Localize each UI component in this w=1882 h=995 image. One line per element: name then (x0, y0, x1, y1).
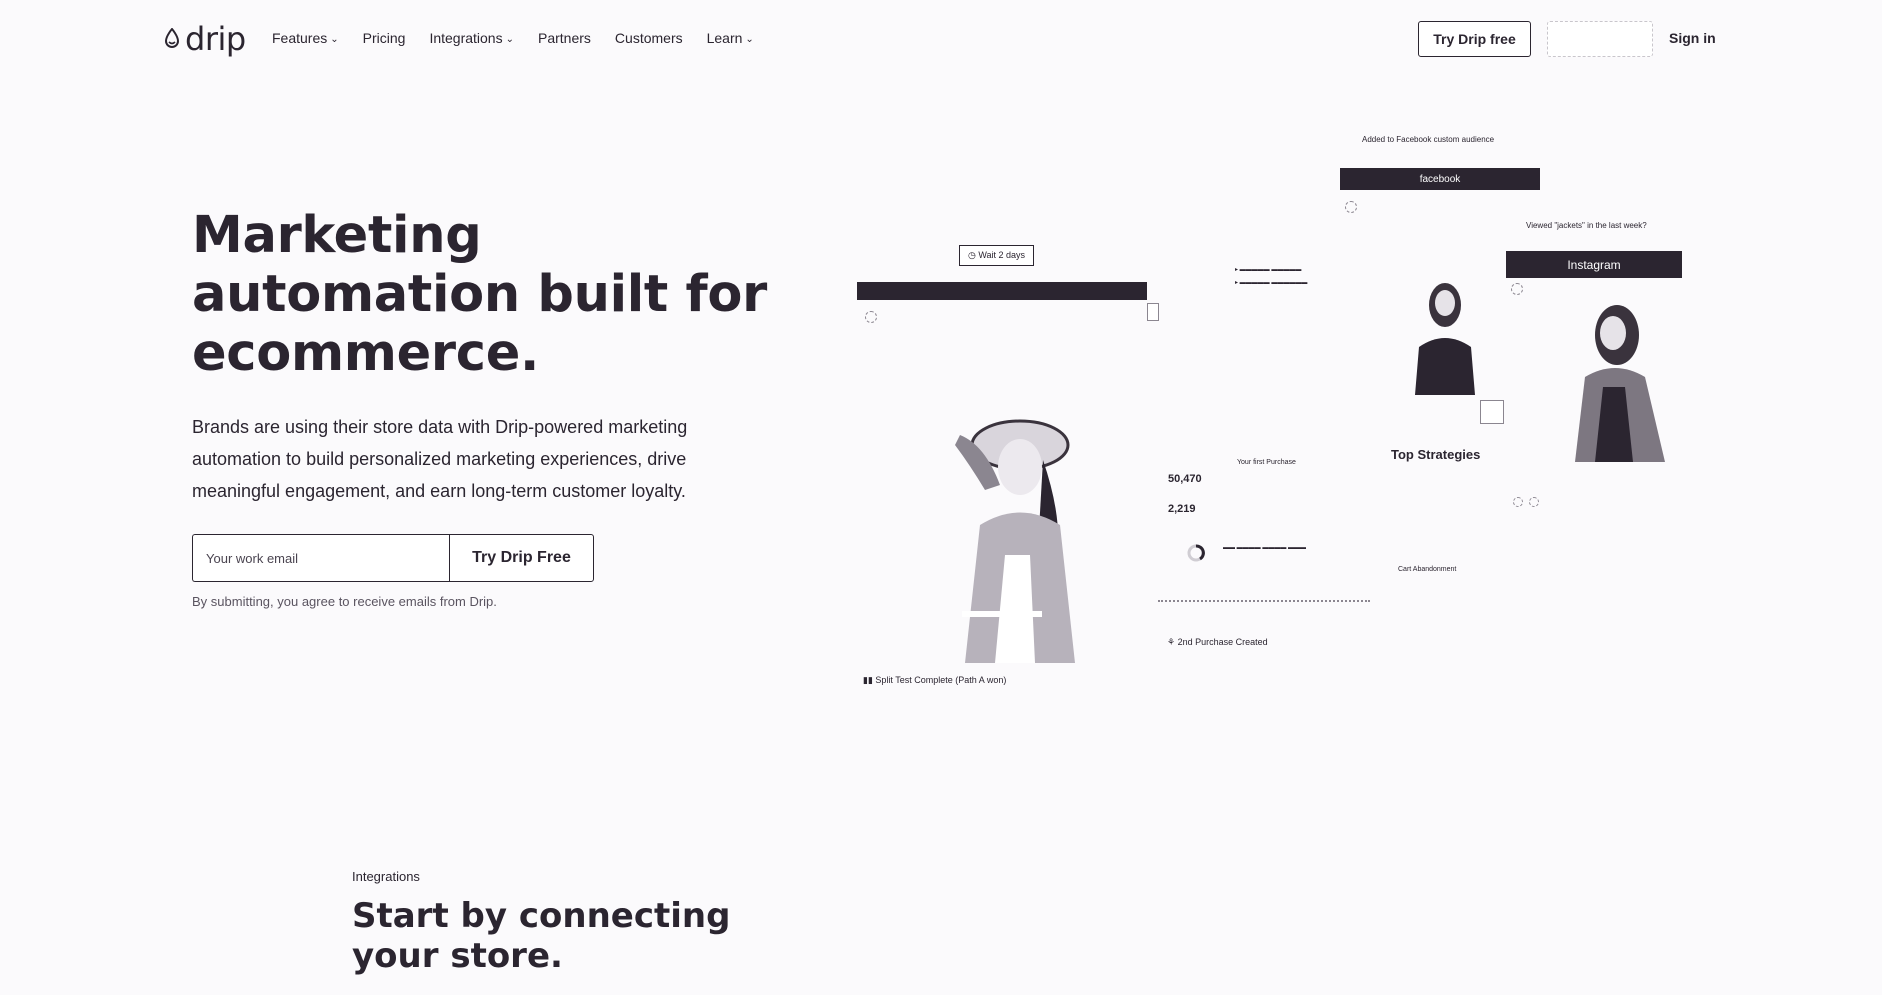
woman-photo-small (1415, 283, 1475, 395)
nav-learn[interactable]: Learn ⌄ (707, 30, 754, 46)
instagram-label: Instagram (1567, 257, 1621, 272)
drip-logo[interactable]: drip (163, 22, 246, 56)
nav-learn-label: Learn (706, 30, 743, 46)
chevron-down-icon: ⌄ (505, 33, 514, 45)
hero-title: Marketing automation built for ecommerce… (192, 206, 767, 383)
chevron-down-icon: ⌄ (745, 33, 754, 45)
integrations-eyebrow: Integrations (352, 869, 420, 884)
try-drip-free-button[interactable]: Try Drip Free (449, 534, 594, 582)
chevron-down-icon: ⌄ (330, 33, 339, 45)
signup-disclaimer: By submitting, you agree to receive emai… (192, 594, 497, 609)
nav-pricing-label: Pricing (362, 30, 406, 46)
step-checkbox (1480, 400, 1504, 424)
top-navigation: drip Features ⌄ Pricing Integrations ⌄ P… (0, 0, 1882, 80)
stat-number-2: 2,219 (1168, 503, 1196, 515)
connector-dot (1511, 283, 1523, 295)
conversion-note: ▬▬ ▬▬▬▬ ▬▬▬▬ ▬▬▬ (1223, 545, 1307, 551)
second-purchase-step: ⚘ 2nd Purchase Created (1167, 637, 1268, 648)
nav-partners[interactable]: Partners (538, 30, 591, 46)
split-bar (962, 611, 1042, 617)
placeholder-button[interactable] (1547, 21, 1653, 57)
connector-dot (1513, 497, 1523, 507)
woman-with-hat-photo (955, 419, 1075, 663)
connector-dot (1529, 497, 1539, 507)
split-test-label: Split Test Complete (Path A won) (875, 675, 1007, 685)
wait-label: Wait 2 days (978, 250, 1026, 260)
stat-number-1: 50,470 (1168, 473, 1202, 485)
connector-dot (865, 311, 877, 323)
instagram-caption: Viewed "jackets" in the last week? (1526, 221, 1647, 230)
nav-integrations-label: Integrations (429, 30, 503, 46)
integrations-title: Start by connecting your store. (352, 896, 731, 976)
signup-form: Try Drip Free (192, 534, 594, 582)
split-test-step: ▮▮ Split Test Complete (Path A won) (863, 675, 1006, 686)
top-strategies-label: Top Strategies (1391, 447, 1481, 462)
workflow-illustration: Added to Facebook custom audience facebo… (850, 125, 1710, 705)
sign-in-link[interactable]: Sign in (1669, 30, 1716, 46)
progress-ring-icon (1187, 544, 1205, 562)
email-step-bar (857, 282, 1147, 300)
connector-dot (1345, 201, 1357, 213)
divider-dotted (1158, 600, 1370, 604)
nav-customers-label: Customers (614, 30, 683, 46)
try-drip-free-nav-button[interactable]: Try Drip free (1418, 21, 1531, 57)
wait-step: ◷ Wait 2 days (959, 245, 1035, 266)
instagram-step: Instagram (1506, 251, 1682, 278)
step-handle (1147, 303, 1159, 321)
gift-icon: ⚘ (1167, 637, 1176, 647)
revenue-line: ▸ ▬▬▬▬▬ ▬▬▬▬▬▬ (1235, 280, 1308, 286)
hero-subtitle: Brands are using their store data with D… (192, 417, 688, 501)
facebook-label: facebook (1419, 173, 1461, 185)
logo-text: drip (185, 20, 246, 58)
nav-pricing[interactable]: Pricing (363, 30, 406, 46)
nav-features-label: Features (272, 30, 328, 46)
clock-icon: ◷ (968, 250, 976, 260)
nav-customers[interactable]: Customers (615, 30, 683, 46)
woman-photo-large (1575, 305, 1665, 462)
bar-chart-icon: ▮▮ (863, 675, 873, 685)
nav-integrations[interactable]: Integrations ⌄ (429, 30, 514, 46)
nav-partners-label: Partners (538, 30, 591, 46)
cart-abandonment-label: Cart Abandonment (1398, 566, 1457, 573)
second-purchase-label: 2nd Purchase Created (1177, 637, 1268, 647)
nav-features[interactable]: Features ⌄ (272, 30, 339, 46)
your-first-purchase: Your first Purchase (1237, 459, 1296, 466)
revenue-line: ▸ ▬▬▬▬▬ ▬▬▬▬▬ (1235, 267, 1302, 273)
nav-links: Features ⌄ Pricing Integrations ⌄ Partne… (272, 30, 778, 46)
facebook-step: facebook (1340, 168, 1540, 190)
drip-drop-icon (164, 28, 180, 48)
facebook-caption: Added to Facebook custom audience (1362, 135, 1495, 144)
email-input[interactable] (192, 534, 449, 582)
